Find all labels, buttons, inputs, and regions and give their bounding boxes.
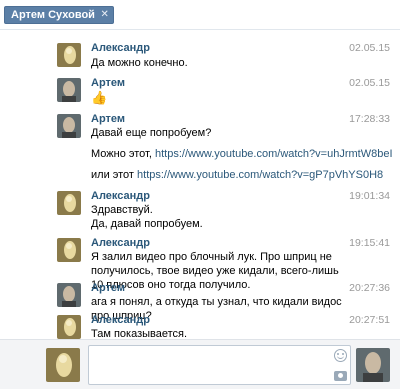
message-text: Здравствуй. Да, давай попробуем. — [91, 204, 203, 230]
message-text: Да можно конечно. — [91, 57, 188, 69]
message-time: 19:01:34 — [349, 190, 390, 202]
avatar-artem[interactable] — [57, 114, 81, 138]
thumbs-up-icon: 👍 — [91, 90, 108, 105]
message-time: 02.05.15 — [349, 77, 390, 89]
avatar-artem[interactable] — [57, 283, 81, 307]
avatar-alexander[interactable] — [46, 348, 80, 382]
message-item: Александр 20:27:51 Там показывается. — [0, 312, 400, 339]
message-time: 19:15:41 — [349, 237, 390, 249]
avatar-alexander[interactable] — [57, 43, 81, 67]
message-author[interactable]: Александр — [91, 190, 150, 202]
close-icon[interactable]: ✕ — [101, 7, 109, 23]
message-author[interactable]: Александр — [91, 42, 150, 54]
recipient-chip-label: Артем Суховой — [11, 9, 95, 21]
avatar-alexander[interactable] — [57, 238, 81, 262]
message-time: 02.05.15 — [349, 42, 390, 54]
message-author[interactable]: Артем — [91, 77, 125, 89]
message-text: Там показывается. — [91, 328, 188, 339]
avatar-alexander[interactable] — [57, 191, 81, 215]
avatar-artem[interactable] — [57, 78, 81, 102]
message-item: Александр 19:15:41 Я залил видео про бло… — [0, 234, 400, 291]
message-item: Александр 19:01:34 Здравствуй. Да, давай… — [0, 187, 400, 231]
message-text-line: или этот https://www.youtube.com/watch?v… — [91, 168, 391, 182]
camera-icon[interactable] — [334, 371, 347, 381]
message-text-prefix: или этот — [91, 169, 138, 181]
message-text-line: Можно этот, https://www.youtube.com/watc… — [91, 147, 393, 161]
message-time: 20:27:36 — [349, 282, 390, 294]
message-item: Артем 17:28:33 Давай еще попробуем? Можн… — [0, 110, 400, 182]
avatar-alexander[interactable] — [57, 315, 81, 339]
message-time: 17:28:33 — [349, 113, 390, 125]
top-bar: Артем Суховой ✕ — [0, 0, 400, 30]
message-text: Давай еще попробуем? — [91, 127, 212, 139]
smile-icon[interactable] — [334, 349, 347, 362]
message-author[interactable]: Артем — [91, 113, 125, 125]
message-item: Александр 02.05.15 Да можно конечно. — [0, 38, 400, 74]
message-author[interactable]: Александр — [91, 314, 150, 326]
message-feed: Александр 02.05.15 Да можно конечно. Арт… — [0, 31, 400, 339]
avatar-artem[interactable] — [356, 348, 390, 382]
message-item: Артем 20:27:36 ага я понял, а откуда ты … — [0, 279, 400, 322]
message-text-prefix: Можно этот, — [91, 148, 155, 160]
recipient-chip[interactable]: Артем Суховой ✕ — [4, 6, 114, 24]
message-time: 20:27:51 — [349, 314, 390, 326]
message-author[interactable]: Артем — [91, 282, 125, 294]
youtube-link[interactable]: https://www.youtube.com/watch?v=uhJrmtW8… — [155, 148, 393, 160]
message-input[interactable] — [88, 345, 351, 385]
youtube-link[interactable]: https://www.youtube.com/watch?v=gP7pVhYS… — [137, 169, 383, 181]
message-item: Артем 02.05.15 👍 — [0, 74, 400, 110]
message-author[interactable]: Александр — [91, 237, 150, 249]
message-composer — [0, 339, 400, 389]
